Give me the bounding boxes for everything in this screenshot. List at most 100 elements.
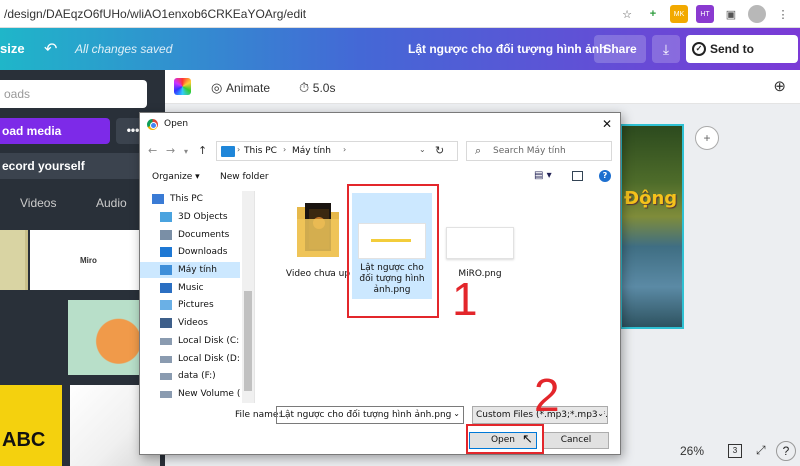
nav-item-label: Local Disk (D:) — [178, 354, 240, 364]
profile-avatar-icon[interactable] — [748, 5, 766, 23]
nav-item-documents[interactable]: Documents — [140, 227, 240, 243]
nav-item-label: This PC — [170, 194, 203, 204]
breadcrumb-desktop[interactable]: Máy tính — [292, 146, 331, 156]
desktop-icon — [160, 265, 172, 275]
filename-input[interactable]: Lật ngược cho đối tượng hình ảnh.png ⌄ — [276, 406, 464, 424]
nav-item-disk-g[interactable]: New Volume (G: — [140, 386, 240, 402]
path-bar[interactable]: › This PC › Máy tính › ⌄ ↻ — [216, 141, 458, 161]
url-text[interactable]: /design/DAEqzO6fUHo/wliAO1enxob6CRKEaYOA… — [4, 7, 306, 21]
dialog-nav-bar: ← → ▾ ↑ › This PC › Máy tính › ⌄ ↻ ⌕ Sea… — [140, 139, 620, 163]
extensions-puzzle-icon[interactable]: ▣ — [722, 5, 740, 23]
dialog-search-input[interactable]: ⌕ Search Máy tính — [466, 141, 612, 161]
download-icon[interactable]: ⤓ — [652, 35, 680, 63]
animate-label: Animate — [225, 81, 270, 95]
extension-plus-icon[interactable]: + — [644, 5, 662, 23]
color-picker-icon[interactable] — [174, 78, 191, 95]
undo-icon[interactable]: ↶ — [44, 39, 57, 59]
nav-item-desktop[interactable]: Máy tính — [140, 262, 240, 278]
tab-videos[interactable]: Videos — [20, 196, 56, 210]
forward-icon[interactable]: → — [166, 144, 175, 157]
refresh-icon[interactable]: ↻ — [435, 144, 444, 157]
music-icon — [160, 283, 172, 293]
scrollbar-thumb[interactable] — [244, 291, 252, 391]
nav-item-disk-f[interactable]: data (F:) — [140, 368, 240, 384]
abc-thumbnail[interactable]: ABC — [0, 385, 62, 466]
nav-item-music[interactable]: Music — [140, 280, 240, 296]
image-thumbnail-icon — [446, 227, 514, 259]
chevron-down-icon[interactable]: ⌄ — [419, 145, 426, 154]
fullscreen-icon[interactable]: ⤢ — [756, 443, 766, 458]
canvas-image[interactable]: Động — [620, 124, 684, 329]
new-folder-button[interactable]: New folder — [220, 172, 269, 182]
pictures-icon — [160, 300, 172, 310]
disk-icon — [160, 391, 172, 398]
zoom-level[interactable]: 26% — [680, 444, 704, 458]
breadcrumb-this-pc[interactable]: This PC — [244, 146, 277, 156]
timer-icon: ⏱ — [299, 80, 313, 95]
nav-item-downloads[interactable]: Downloads — [140, 244, 240, 260]
nav-item-label: Videos — [178, 318, 208, 328]
add-page-icon[interactable]: ⊕ — [773, 77, 786, 95]
duration-value: 5.0s — [312, 81, 336, 95]
upload-media-button[interactable]: oad media — [0, 118, 110, 144]
chevron-right-icon: › — [283, 145, 287, 154]
page-count-icon[interactable]: 3 — [728, 444, 742, 458]
browser-menu-icon[interactable]: ⋮ — [774, 5, 792, 23]
step-1-highlight — [347, 184, 439, 318]
extension-tile-icon[interactable]: HT — [696, 5, 714, 23]
nav-item-label: New Volume (G: — [178, 389, 240, 399]
disk-icon — [160, 338, 172, 345]
extension-badge-icon[interactable]: MK — [670, 5, 688, 23]
comment-icon[interactable]: + — [695, 126, 719, 150]
uploads-search-input[interactable]: oads — [0, 80, 147, 108]
mouse-cursor-icon: ↖ — [522, 431, 533, 446]
chrome-icon — [147, 119, 158, 130]
help-icon[interactable]: ? — [776, 441, 796, 461]
nav-item-disk-d[interactable]: Local Disk (D:) — [140, 351, 240, 367]
resize-button[interactable]: size — [0, 41, 25, 56]
nav-item-this-pc[interactable]: This PC — [140, 191, 240, 207]
search-icon: ⌕ — [475, 144, 482, 157]
back-icon[interactable]: ← — [148, 144, 157, 157]
animate-button[interactable]: ◎ Animate — [211, 80, 270, 96]
filename-value: Lật ngược cho đối tượng hình ảnh.png — [280, 410, 452, 420]
videos-icon — [160, 318, 172, 328]
browser-address-bar[interactable]: /design/DAEqzO6fUHo/wliAO1enxob6CRKEaYOA… — [0, 0, 800, 28]
share-button[interactable]: Share — [594, 35, 646, 63]
nav-item-label: Music — [178, 283, 204, 293]
nav-item-label: Downloads — [178, 247, 228, 257]
cancel-button[interactable]: Cancel — [543, 432, 609, 449]
chevron-down-icon[interactable]: ⌄ — [453, 409, 460, 418]
animate-icon: ◎ — [211, 80, 226, 95]
bookmark-star-icon[interactable]: ☆ — [618, 5, 636, 23]
up-icon[interactable]: ↑ — [198, 144, 207, 157]
disk-icon — [160, 373, 172, 380]
nav-item-disk-c[interactable]: Local Disk (C:) — [140, 333, 240, 349]
help-icon[interactable]: ? — [599, 170, 611, 182]
recent-dropdown-icon[interactable]: ▾ — [184, 147, 188, 156]
send-to-teacher-button[interactable]: ✓ Send to teacher — [686, 35, 798, 84]
chevron-down-icon[interactable]: ⌄ — [597, 409, 604, 418]
record-yourself-button[interactable]: ecord yourself — [0, 153, 160, 179]
preview-pane-icon[interactable] — [572, 171, 583, 181]
upload-thumbnail[interactable] — [0, 300, 62, 375]
canvas-text[interactable]: Động — [624, 188, 677, 209]
dialog-title: Open — [164, 119, 189, 129]
abc-text: ABC — [2, 429, 46, 451]
view-options-icon[interactable]: ▤ ▾ — [534, 170, 552, 181]
nav-pane-scrollbar[interactable] — [242, 191, 254, 403]
disk-icon — [160, 356, 172, 363]
close-icon[interactable]: ✕ — [602, 117, 612, 131]
3d-objects-icon — [160, 212, 172, 222]
nav-item-pictures[interactable]: Pictures — [140, 297, 240, 313]
document-title[interactable]: Lật ngược cho đối tượng hình ảnh — [408, 42, 606, 56]
nav-item-label: Local Disk (C:) — [178, 336, 240, 346]
organize-button[interactable]: Organize ▾ — [152, 172, 200, 182]
nav-item-label: Máy tính — [178, 265, 217, 275]
nav-item-3d-objects[interactable]: 3D Objects — [140, 209, 240, 225]
duration-button[interactable]: ⏱ 5.0s — [299, 80, 335, 96]
folder-path-icon — [221, 146, 235, 157]
nav-item-videos[interactable]: Videos — [140, 315, 240, 331]
tab-audio[interactable]: Audio — [96, 196, 127, 210]
upload-thumbnail[interactable] — [0, 230, 28, 290]
